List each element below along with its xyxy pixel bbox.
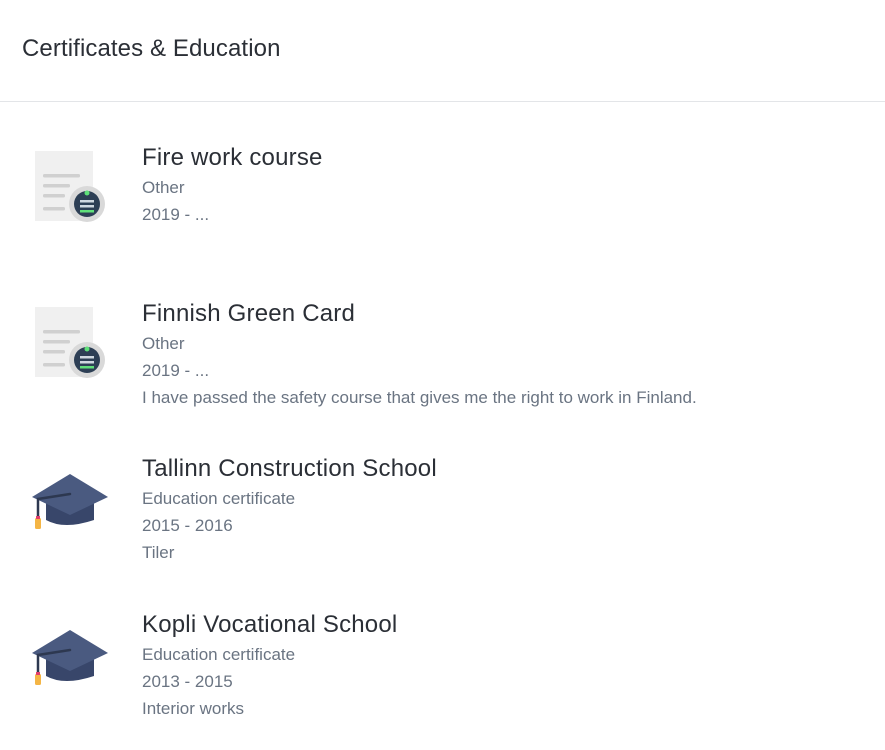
entry-type: Other	[142, 178, 185, 197]
entry-type: Education certificate	[142, 645, 296, 664]
entry-title[interactable]: Finnish Green Card	[142, 299, 862, 329]
entry-description: Interior works	[142, 699, 245, 718]
entry-title[interactable]: Fire work course	[142, 143, 862, 173]
entry-details: Kopli Vocational School Education certif…	[142, 610, 862, 722]
entry-details: Finnish Green Card Other 2019 - ... I ha…	[142, 299, 862, 411]
entry-dates: 2015 - 2016	[142, 516, 233, 535]
entry-type: Other	[142, 334, 185, 353]
entry-dates: 2019 - ...	[142, 361, 210, 380]
certificate-icon	[30, 149, 110, 229]
entry-dates: 2019 - ...	[142, 205, 210, 224]
entry-title[interactable]: Tallinn Construction School	[142, 454, 862, 484]
section-header: Certificates & Education	[0, 0, 885, 102]
graduation-cap-icon	[30, 626, 110, 706]
graduation-cap-icon	[30, 470, 110, 550]
entry-description: I have passed the safety course that giv…	[142, 388, 697, 407]
entry-description: Tiler	[142, 543, 175, 562]
certificate-icon	[30, 305, 110, 385]
entry-dates: 2013 - 2015	[142, 672, 233, 691]
entry-details: Tallinn Construction School Education ce…	[142, 454, 862, 566]
entry-details: Fire work course Other 2019 - ...	[142, 143, 862, 228]
entry-type: Education certificate	[142, 489, 296, 508]
section-title: Certificates & Education	[22, 35, 281, 62]
entry-title[interactable]: Kopli Vocational School	[142, 610, 862, 640]
